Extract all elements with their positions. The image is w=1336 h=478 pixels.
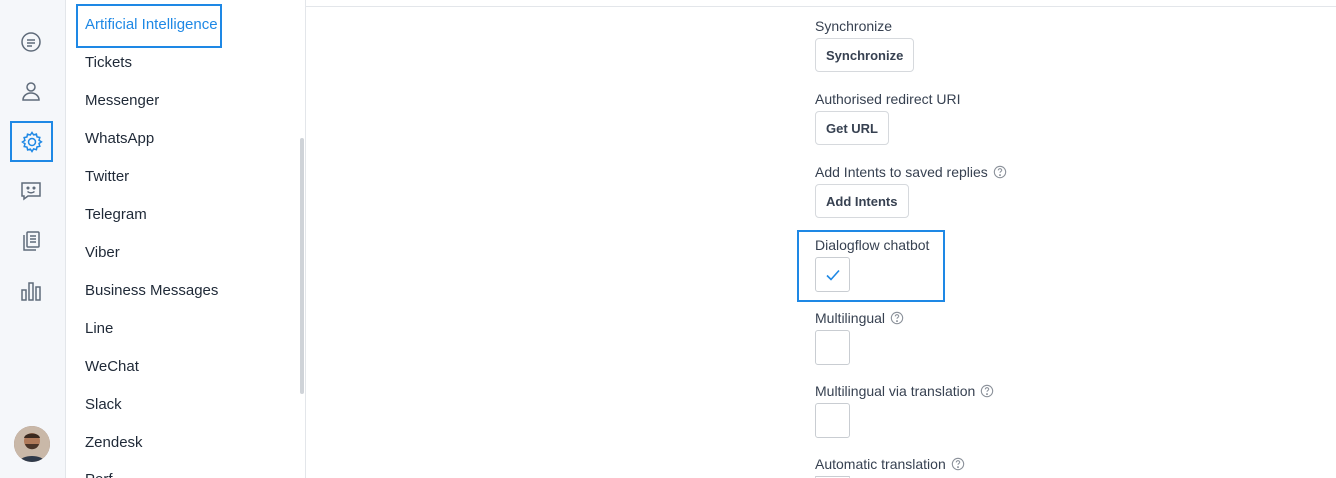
nav-item-wechat[interactable]: WeChat [85, 357, 139, 377]
nav-item-twitter[interactable]: Twitter [85, 167, 129, 187]
intents-label: Add Intents to saved replies [815, 164, 1007, 180]
nav-item-line[interactable]: Line [85, 319, 113, 339]
nav-item-artificial-intelligence[interactable]: Artificial Intelligence [76, 4, 222, 48]
nav-item-perf[interactable]: Perf [85, 470, 113, 478]
articles-icon[interactable] [10, 221, 52, 261]
chatbot-icon[interactable] [10, 171, 52, 211]
nav-item-tickets[interactable]: Tickets [85, 53, 132, 73]
nav-item-business-messages[interactable]: Business Messages [85, 281, 218, 301]
conversations-icon[interactable] [10, 22, 52, 62]
synchronize-button[interactable]: Synchronize [815, 38, 915, 72]
icon-rail [0, 0, 66, 478]
nav-scrollbar[interactable] [300, 138, 304, 394]
nav-item-whatsapp[interactable]: WhatsApp [85, 129, 154, 149]
settings-icon[interactable] [10, 121, 53, 162]
user-icon[interactable] [10, 71, 52, 111]
check-icon [825, 269, 840, 281]
top-divider [305, 6, 1336, 7]
help-icon[interactable] [890, 311, 904, 325]
nav-item-zendesk[interactable]: Zendesk [85, 433, 143, 453]
multilingual-translation-checkbox[interactable] [815, 403, 850, 438]
nav-item-messenger[interactable]: Messenger [85, 91, 159, 111]
settings-nav: Artificial Intelligence Tickets Messenge… [66, 0, 306, 478]
dialogflow-chatbot-label: Dialogflow chatbot [815, 237, 930, 253]
multilingual-label: Multilingual [815, 310, 904, 326]
help-icon[interactable] [951, 457, 965, 471]
help-icon[interactable] [993, 165, 1007, 179]
avatar[interactable] [14, 426, 50, 462]
automatic-translation-label: Automatic translation [815, 456, 965, 472]
reports-icon[interactable] [10, 271, 52, 311]
multilingual-translation-label: Multilingual via translation [815, 383, 994, 399]
multilingual-checkbox[interactable] [815, 330, 850, 365]
nav-item-slack[interactable]: Slack [85, 395, 122, 415]
synchronize-label: Synchronize [815, 18, 893, 34]
nav-item-viber[interactable]: Viber [85, 243, 120, 263]
dialogflow-chatbot-checkbox[interactable] [815, 257, 850, 292]
nav-item-telegram[interactable]: Telegram [85, 205, 147, 225]
get-url-button[interactable]: Get URL [815, 111, 889, 145]
redirect-uri-label: Authorised redirect URI [815, 91, 961, 107]
help-icon[interactable] [980, 384, 994, 398]
add-intents-button[interactable]: Add Intents [815, 184, 909, 218]
